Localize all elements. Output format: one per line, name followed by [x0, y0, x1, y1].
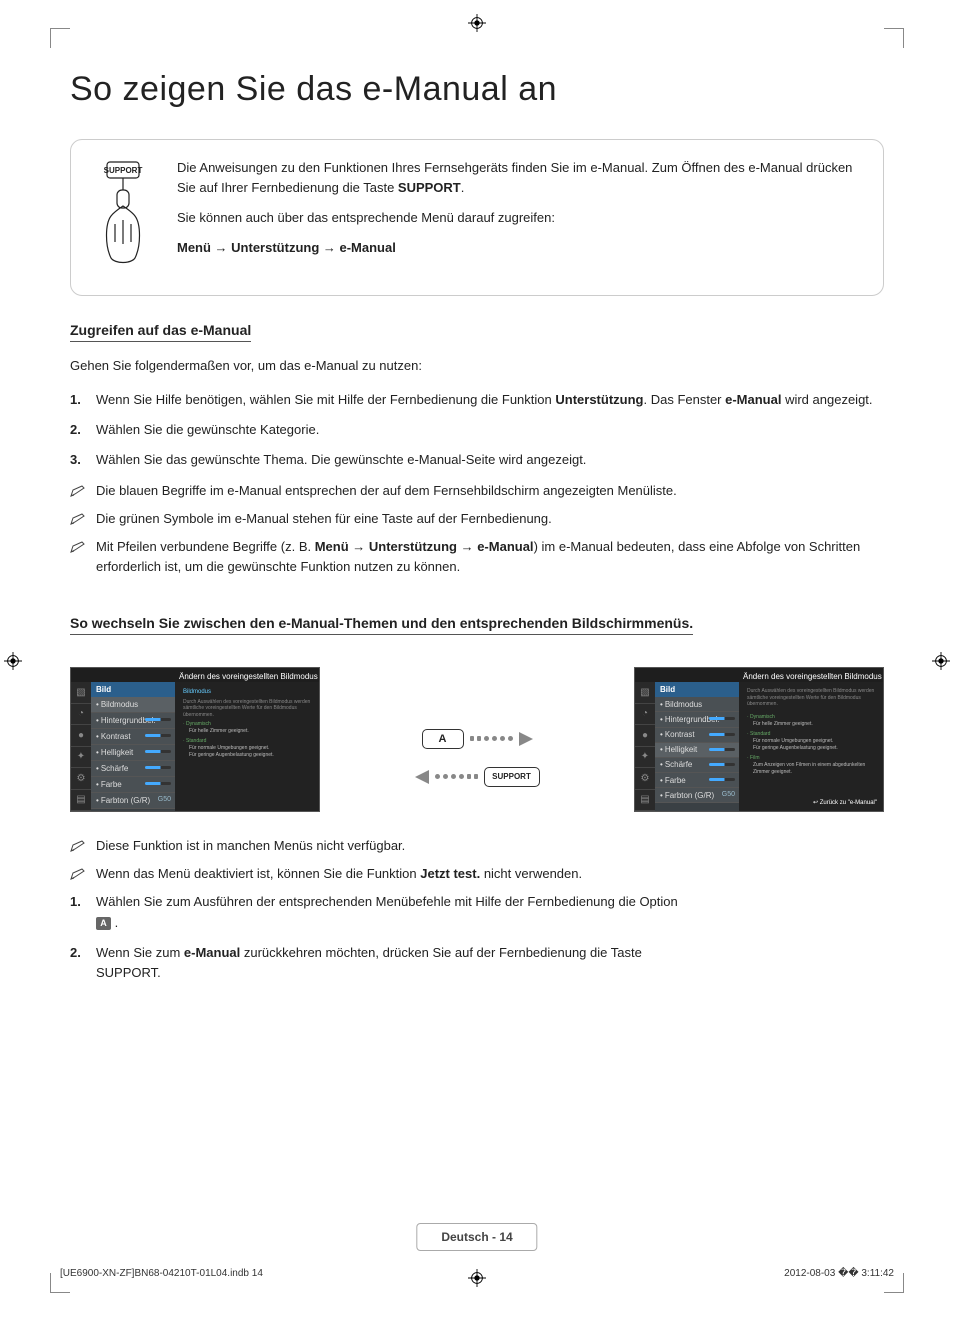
registration-mark-icon	[932, 652, 950, 670]
a-button-chip-icon: A	[96, 917, 111, 930]
remote-hand-icon: SUPPORT	[93, 158, 153, 273]
arrow-left-icon	[415, 770, 429, 784]
sidebar-icon: ▧	[635, 682, 655, 704]
sidebar-icon: ✦	[71, 747, 91, 769]
intro-paragraph: Die Anweisungen zu den Funktionen Ihres …	[177, 158, 861, 198]
sidebar-icon: ✦	[635, 747, 655, 769]
note-item: Die grünen Symbole im e-Manual stehen fü…	[70, 509, 884, 529]
intro-menu-path: Menü → Unterstützung → e-Manual	[177, 238, 861, 258]
note-item: Mit Pfeilen verbundene Begriffe (z. B. M…	[70, 537, 884, 577]
print-footer: [UE6900-XN-ZF]BN68-04210T-01L04.indb 14 …	[60, 1268, 894, 1279]
section-heading-access: Zugreifen auf das e-Manual	[70, 322, 251, 342]
sidebar-icon: ●	[71, 725, 91, 747]
sidebar-icon: ⚙	[71, 768, 91, 790]
note-item: Diese Funktion ist in manchen Menüs nich…	[70, 836, 884, 856]
remote-button-label: SUPPORT	[104, 166, 143, 175]
registration-mark-icon	[468, 14, 486, 32]
crop-mark	[50, 28, 70, 48]
page-title: So zeigen Sie das e-Manual an	[70, 70, 884, 109]
sidebar-icon: ●	[635, 725, 655, 747]
menu-screenshot-left: Ändern des voreingestellten Bildmodus ▧ …	[70, 667, 320, 812]
note-item: Wenn das Menü deaktiviert ist, können Si…	[70, 864, 884, 884]
sidebar-icon: ⚙	[635, 768, 655, 790]
step-item: 3. Wählen Sie das gewünschte Thema. Die …	[70, 450, 884, 470]
transition-arrows: A SUPPORT	[328, 693, 626, 787]
page-number-box: Deutsch - 14	[416, 1223, 537, 1251]
steps-list: 1. Wenn Sie Hilfe benötigen, wählen Sie …	[70, 390, 884, 470]
remote-a-button-icon: A	[422, 729, 464, 749]
sidebar-icon: ▧	[71, 682, 91, 704]
step-item: 2. Wählen Sie die gewünschte Kategorie.	[70, 420, 884, 440]
arrow-right-icon	[519, 732, 533, 746]
menu-screenshot-right: Ändern des voreingestellten Bildmodus ▧ …	[634, 667, 884, 812]
pencil-note-icon	[70, 511, 86, 523]
sidebar-icon: ▤	[635, 790, 655, 812]
intro-paragraph: Sie können auch über das entsprechende M…	[177, 208, 861, 228]
registration-mark-icon	[4, 652, 22, 670]
footer-filename: [UE6900-XN-ZF]BN68-04210T-01L04.indb 14	[60, 1268, 263, 1279]
pencil-note-icon	[70, 539, 86, 551]
pencil-note-icon	[70, 838, 86, 850]
sidebar-icon: ▤	[71, 790, 91, 812]
pencil-note-icon	[70, 866, 86, 878]
intro-box: SUPPORT Die Anweisungen zu den Funktione…	[70, 139, 884, 296]
step-item: 1. Wenn Sie Hilfe benötigen, wählen Sie …	[70, 390, 884, 410]
section-heading-switch: So wechseln Sie zwischen den e-Manual-Th…	[70, 615, 693, 635]
pencil-note-icon	[70, 483, 86, 495]
crop-mark	[884, 28, 904, 48]
remote-support-button-icon: SUPPORT	[484, 767, 540, 787]
note-item: Die blauen Begriffe im e-Manual entsprec…	[70, 481, 884, 501]
step-item: 1. Wählen Sie zum Ausführen der entsprec…	[70, 892, 884, 932]
steps-list: 1. Wählen Sie zum Ausführen der entsprec…	[70, 892, 884, 983]
sidebar-icon: ◔	[635, 704, 655, 726]
sidebar-icon: ◔	[71, 704, 91, 726]
step-item: 2. Wenn Sie zum e-Manual zurückkehren mö…	[70, 943, 884, 983]
section-intro: Gehen Sie folgendermaßen vor, um das e-M…	[70, 356, 884, 376]
diagram-row: Ändern des voreingestellten Bildmodus ▧ …	[70, 667, 884, 812]
footer-timestamp: 2012-08-03 �� 3:11:42	[784, 1268, 894, 1279]
